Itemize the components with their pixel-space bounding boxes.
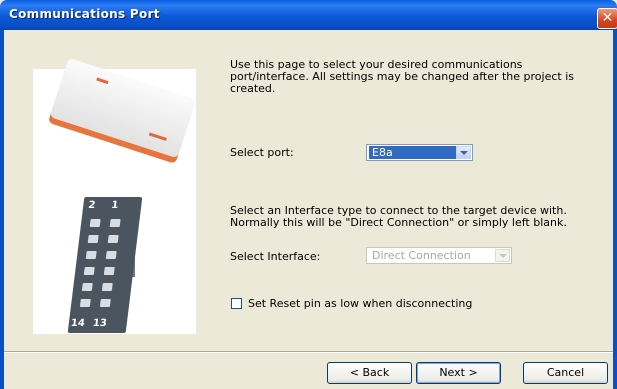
separator xyxy=(4,351,613,353)
connector-hole xyxy=(101,283,113,291)
connector-hole xyxy=(87,235,99,243)
interface-help-text: Select an Interface type to connect to t… xyxy=(230,204,567,229)
window-frame-left xyxy=(0,30,4,389)
cancel-button[interactable]: Cancel xyxy=(523,362,608,384)
window-title: Communications Port xyxy=(9,7,160,21)
connector-hole xyxy=(81,283,93,291)
intro-text: Use this page to select your desired com… xyxy=(230,58,575,95)
chevron-down-icon[interactable] xyxy=(495,249,510,262)
connector-hole xyxy=(103,267,115,275)
close-button[interactable]: ✕ xyxy=(597,8,617,29)
connector-hole xyxy=(109,219,121,227)
back-button[interactable]: < Back xyxy=(327,362,412,384)
connector-cable-image: 2 1 14 13 xyxy=(67,197,143,333)
title-bar: Communications Port xyxy=(0,0,617,30)
chevron-down-icon[interactable] xyxy=(456,146,471,159)
pin-label: 2 xyxy=(87,200,96,211)
next-button[interactable]: Next > xyxy=(416,362,501,384)
connector-hole xyxy=(89,219,101,227)
interface-select[interactable]: Direct Connection xyxy=(366,247,512,264)
close-icon: ✕ xyxy=(601,10,614,26)
emulator-device-image xyxy=(49,57,197,159)
connector-hole xyxy=(79,299,91,307)
connector-hole xyxy=(85,251,97,259)
connector-hole xyxy=(83,267,95,275)
port-select[interactable]: E8a xyxy=(366,144,473,161)
interface-select-value: Direct Connection xyxy=(372,249,471,262)
pin-label: 13 xyxy=(92,318,108,329)
device-illustration: 2 1 14 13 xyxy=(33,57,197,334)
reset-pin-checkbox[interactable] xyxy=(231,298,242,309)
device-label-mark xyxy=(148,132,167,141)
pin-label: 1 xyxy=(110,200,119,211)
reset-pin-label[interactable]: Set Reset pin as low when disconnecting xyxy=(248,297,472,310)
connector-hole xyxy=(107,235,119,243)
select-interface-label: Select Interface: xyxy=(230,250,321,263)
port-select-value: E8a xyxy=(369,146,457,159)
window-frame-right xyxy=(613,30,617,389)
device-logo xyxy=(96,77,109,85)
connector-hole xyxy=(105,251,117,259)
connector-hole xyxy=(99,299,111,307)
pin-label: 14 xyxy=(70,318,86,329)
select-port-label: Select port: xyxy=(230,146,294,159)
